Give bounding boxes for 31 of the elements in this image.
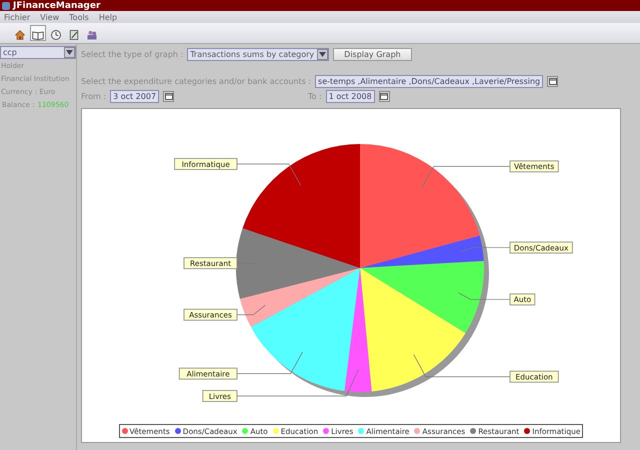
graph-type-dropdown[interactable]: Transactions sums by category (187, 48, 330, 61)
app-icon (2, 2, 10, 10)
calendar-button[interactable] (163, 91, 174, 102)
menu-item[interactable]: Help (98, 12, 118, 22)
leader-line (460, 247, 510, 252)
graph-type-label: Select the type of graph : (81, 50, 184, 59)
categories-label: Select the expenditure categories and/or bank accounts : (81, 77, 312, 86)
dropdown-arrow-icon[interactable] (317, 49, 328, 60)
display-graph-button[interactable]: Display Graph (333, 48, 412, 61)
to-date-field[interactable]: 1 oct 2008 (326, 90, 375, 103)
toolbar-button[interactable] (30, 25, 46, 41)
menu-item[interactable]: Fichier (4, 12, 30, 22)
leader-line (458, 292, 510, 300)
calendar-icon (164, 93, 173, 100)
account-dropdown[interactable]: ccp (0, 46, 76, 59)
to-label: To : (308, 92, 322, 101)
categories-field[interactable]: se-temps ,Alimentaire ,Dons/Cadeaux ,Laverie/Pressing (315, 75, 544, 88)
notepad-icon (68, 27, 80, 43)
leader-line (236, 164, 302, 186)
dropdown-arrow-icon[interactable] (64, 47, 75, 58)
from-date-field[interactable]: 3 oct 2007 (110, 90, 160, 103)
clock-icon (50, 27, 62, 43)
calendar-icon (380, 93, 388, 100)
calendar-button[interactable] (547, 76, 558, 87)
calendar-button[interactable] (378, 91, 390, 102)
menu-item[interactable]: View (40, 12, 60, 22)
leader-line (236, 304, 266, 316)
window-title: JFinanceManager (13, 0, 100, 10)
menu-item[interactable]: Tools (69, 12, 89, 22)
calendar-icon (548, 78, 557, 85)
from-label: From : (81, 92, 106, 101)
